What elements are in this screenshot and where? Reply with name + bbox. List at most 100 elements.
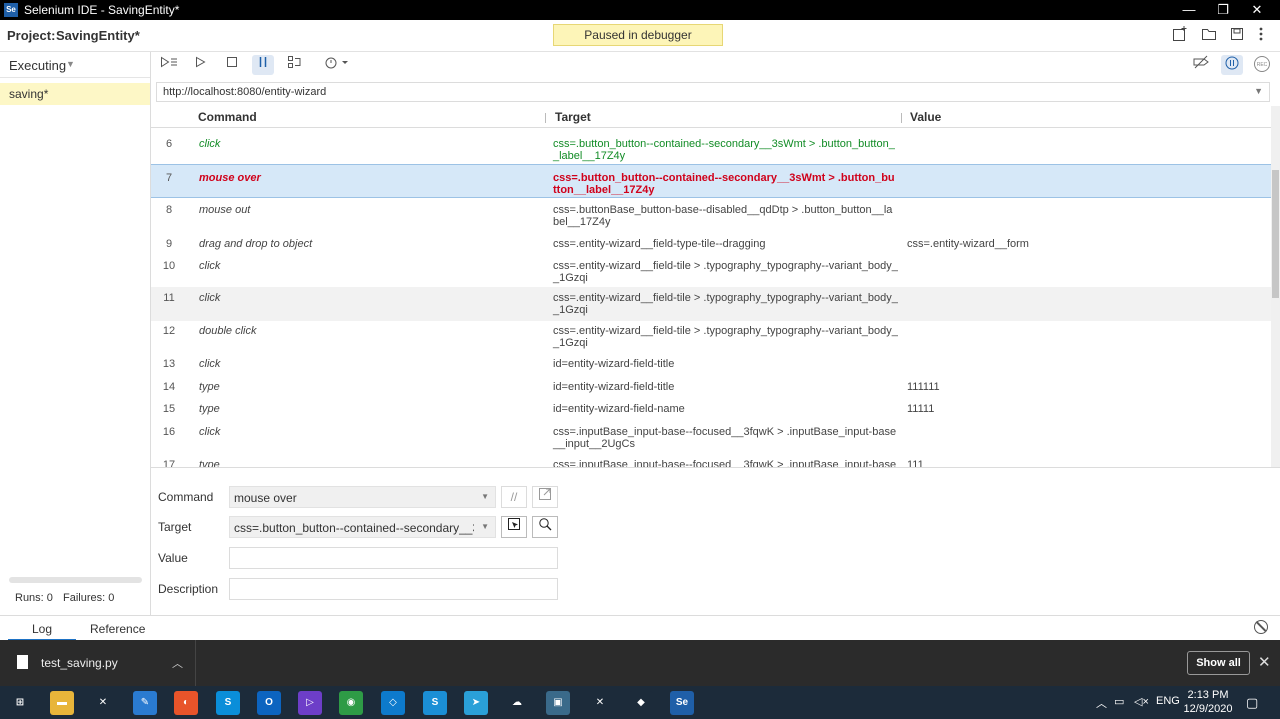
row-index: 6 [165, 138, 173, 150]
outlook-icon[interactable]: O [257, 691, 281, 715]
record-icon[interactable]: REC [1251, 55, 1273, 75]
row-command: click [199, 292, 221, 304]
image-viewer-icon[interactable]: ▣ [546, 691, 570, 715]
vscode-icon[interactable]: ◇ [381, 691, 405, 715]
comment-toggle-button[interactable]: // [501, 486, 527, 508]
executing-label: Executing [9, 58, 67, 73]
xmind-icon[interactable]: ✕ [91, 691, 115, 715]
table-row[interactable]: 8 mouse out css=.buttonBase_button-base-… [151, 199, 1271, 231]
table-scrollbar[interactable] [1271, 106, 1280, 467]
description-input[interactable] [229, 578, 558, 600]
language-indicator[interactable]: ENG [1156, 695, 1180, 707]
file-explorer-icon[interactable]: ▬ [50, 691, 74, 715]
table-row[interactable]: 11 click css=.entity-wizard__field-tile … [151, 287, 1271, 321]
network-icon[interactable]: ▭ [1114, 695, 1124, 708]
row-value: css=.entity-wizard__form [907, 238, 1029, 250]
scrollbar-thumb[interactable] [1272, 170, 1279, 298]
system-clock[interactable]: 2:13 PM 12/9/2020 [1183, 688, 1233, 716]
notifications-icon[interactable]: ▢ [1246, 695, 1258, 711]
playback-toolbar: REC [151, 52, 1280, 78]
chevron-up-icon[interactable]: ︿ [172, 655, 183, 671]
open-docs-icon[interactable] [532, 486, 558, 508]
row-index: 12 [162, 325, 176, 337]
table-row[interactable]: 13 click id=entity-wizard-field-title [151, 353, 1271, 376]
row-command: click [199, 358, 221, 370]
target-select[interactable]: css=.button_button--contained--secondary… [229, 516, 496, 538]
pause-icon[interactable] [252, 55, 274, 75]
table-row[interactable]: 15 type id=entity-wizard-field-name 1111… [151, 398, 1271, 421]
run-progress-bar [9, 577, 142, 583]
table-row[interactable]: 16 click css=.inputBase_input-base--focu… [151, 421, 1271, 454]
clear-log-icon[interactable] [1254, 620, 1268, 634]
table-row[interactable]: 17 type css=.inputBase_input-base--focus… [151, 454, 1271, 467]
download-item[interactable]: test_saving.py ︿ [0, 640, 196, 686]
download-filename: test_saving.py [41, 656, 118, 670]
disable-breakpoints-icon[interactable] [1190, 55, 1212, 75]
xmind2-icon[interactable]: ✕ [588, 691, 612, 715]
show-all-button[interactable]: Show all [1187, 651, 1250, 675]
windows-start-icon[interactable]: ⊞ [8, 691, 32, 715]
row-command: click [199, 426, 221, 438]
value-input[interactable] [229, 547, 558, 569]
new-project-icon[interactable] [1171, 26, 1189, 44]
table-row[interactable]: 14 type id=entity-wizard-field-title 111… [151, 376, 1271, 398]
maximize-button[interactable]: ❐ [1206, 0, 1240, 20]
row-value: 11111 [907, 403, 935, 415]
tray-overflow-icon[interactable]: ︿ [1096, 695, 1107, 711]
column-divider [545, 113, 546, 123]
open-project-icon[interactable] [1200, 26, 1218, 44]
row-command: mouse out [199, 204, 251, 216]
selenium-icon[interactable]: Se [670, 691, 694, 715]
row-index: 8 [165, 204, 173, 216]
speed-icon[interactable] [321, 55, 351, 75]
volume-muted-icon[interactable]: ◁× [1134, 695, 1149, 708]
browser-icon[interactable]: ◐ [174, 691, 198, 715]
find-target-icon[interactable] [532, 516, 558, 538]
table-row[interactable]: 12 double click css=.entity-wizard__fiel… [151, 321, 1271, 353]
pause-on-exceptions-icon[interactable] [1221, 55, 1243, 75]
chevron-down-icon: ▼ [481, 522, 489, 531]
remote-app-icon[interactable]: ☁ [505, 691, 529, 715]
stop-icon[interactable] [221, 55, 243, 75]
command-select[interactable]: mouse over ▼ [229, 486, 496, 508]
run-all-tests-icon[interactable] [158, 55, 180, 75]
close-window-button[interactable]: ✕ [1240, 0, 1274, 20]
telegram-icon[interactable]: ➤ [464, 691, 488, 715]
git-icon[interactable]: ◆ [629, 691, 653, 715]
tab-reference[interactable]: Reference [90, 622, 145, 636]
commands-table: 6 click css=.button_button--contained--s… [151, 129, 1271, 467]
skype-business-icon[interactable]: S [423, 691, 447, 715]
step-over-icon[interactable] [284, 55, 306, 75]
run-current-test-icon[interactable] [189, 55, 211, 75]
row-command: click [199, 260, 221, 272]
chrome-icon[interactable]: ◉ [339, 691, 363, 715]
table-row[interactable]: 6 click css=.button_button--contained--s… [151, 129, 1271, 163]
project-name[interactable]: SavingEntity* [56, 28, 140, 43]
test-item-saving[interactable]: saving* [0, 83, 150, 105]
table-row[interactable]: 9 drag and drop to object css=.entity-wi… [151, 231, 1271, 255]
selenium-app-icon: Se [4, 3, 18, 17]
target-label: Target [158, 520, 192, 534]
row-target: css=.buttonBase_button-base--disabled__q… [553, 204, 893, 228]
row-command: type [199, 381, 220, 393]
tab-log[interactable]: Log [8, 622, 77, 641]
log-panel-tabs: Log Reference [0, 615, 1280, 641]
row-command: click [199, 138, 221, 150]
skype-icon[interactable]: S [216, 691, 240, 715]
minimize-button[interactable]: — [1172, 0, 1206, 20]
table-row[interactable]: 10 click css=.entity-wizard__field-tile … [151, 255, 1271, 287]
commands-table-header: Command Target Value [151, 106, 1271, 128]
table-row[interactable]: 7 mouse over css=.button_button--contain… [151, 164, 1271, 198]
more-options-icon[interactable] [1252, 26, 1270, 44]
chevron-down-icon[interactable]: ▼ [1254, 86, 1263, 96]
save-project-icon[interactable] [1228, 26, 1246, 44]
notes-app-icon[interactable]: ✎ [133, 691, 157, 715]
chevron-down-icon: ▼ [481, 492, 489, 501]
executing-dropdown[interactable]: Executing ▼ [0, 52, 150, 78]
close-download-bar-icon[interactable]: ✕ [1258, 653, 1271, 671]
row-value: 111 [907, 459, 924, 467]
base-url-input[interactable]: http://localhost:8080/entity-wizard ▼ [156, 82, 1270, 102]
row-index: 11 [163, 292, 175, 304]
select-target-icon[interactable] [501, 516, 527, 538]
visual-studio-icon[interactable]: ▷ [298, 691, 322, 715]
